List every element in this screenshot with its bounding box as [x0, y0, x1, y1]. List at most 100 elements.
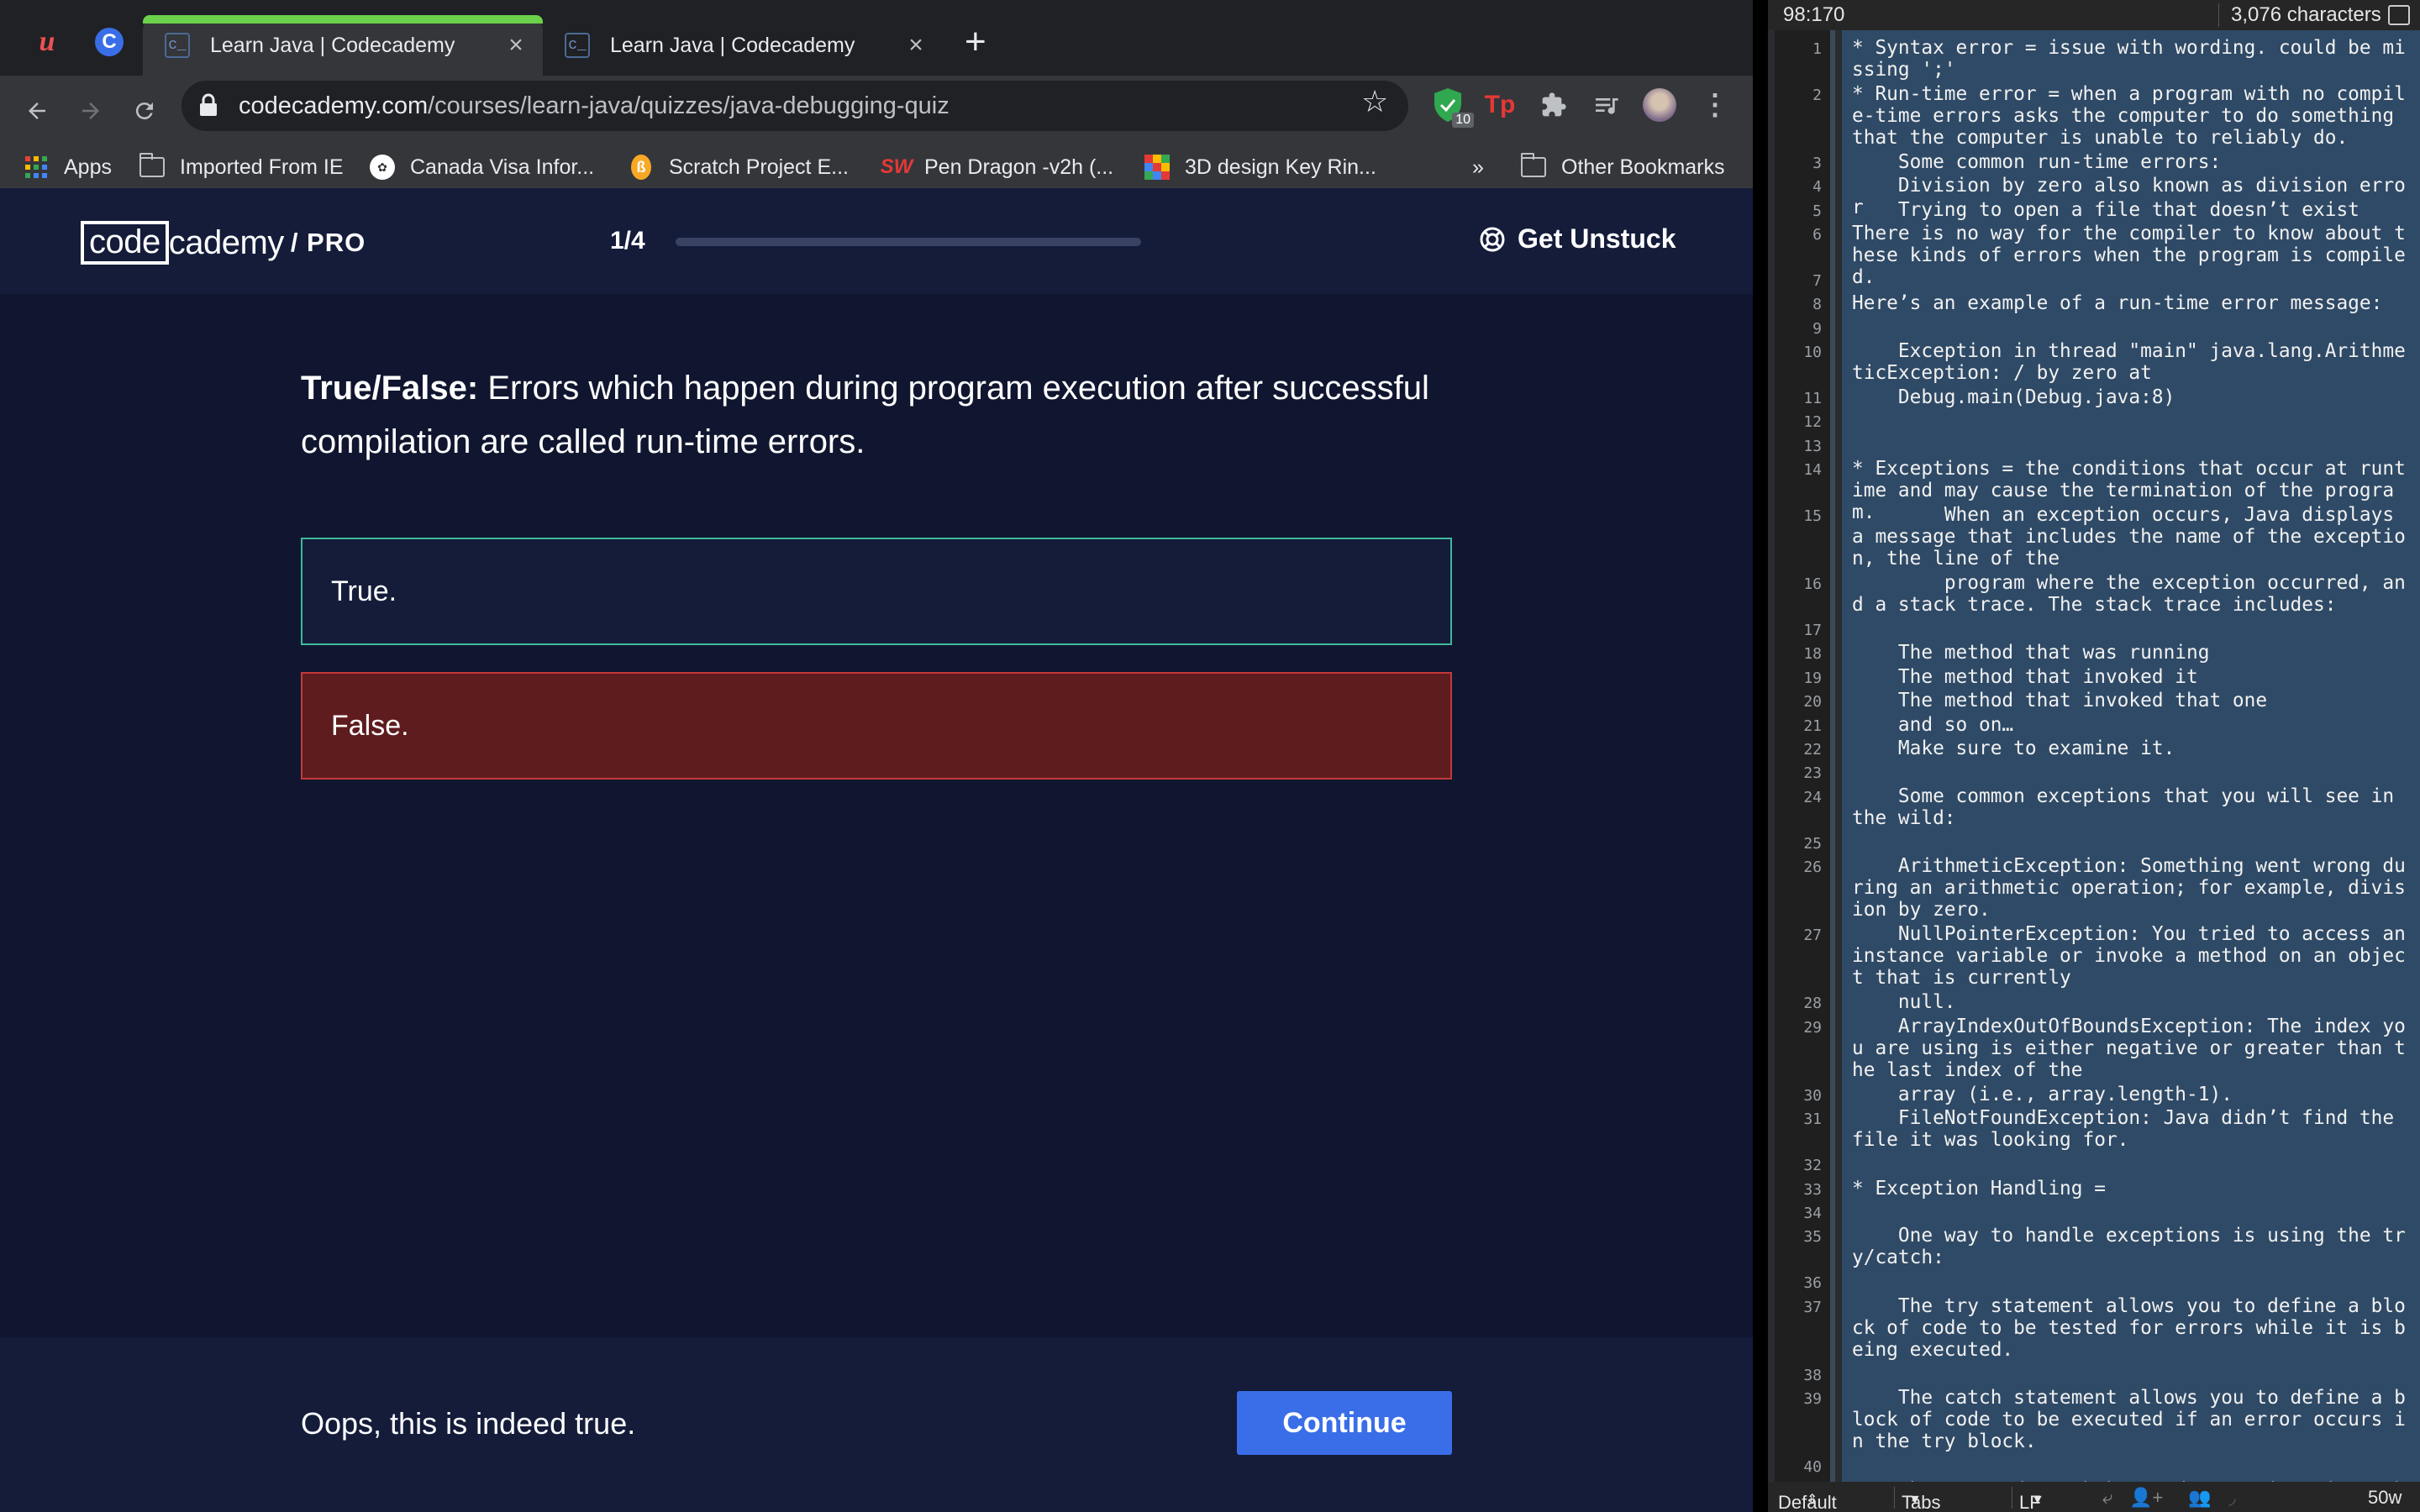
scratch-icon: ß [629, 155, 654, 180]
codecademy-pro-logo[interactable]: code cademy / PRO [81, 221, 366, 265]
bookmark-3d-design[interactable]: 3D design Key Rin... [1144, 146, 1376, 188]
editor-status-bar: Default ⇕ Tabs (4) ▼ LF ▼ ⤶ 👤+ 👥 ◞ 50w [1768, 1482, 2420, 1512]
line-number: 40 [1803, 1458, 1822, 1477]
browser-menu-icon[interactable]: ⋮ [1694, 84, 1736, 126]
users-icon: 👥 [2188, 1487, 2212, 1508]
bookmark-imported-from-ie[interactable]: Imported From IE [139, 146, 344, 188]
tab-learn-java[interactable]: c_ Learn Java | Codecademy × [543, 15, 943, 76]
url-domain: codecademy.com [239, 92, 429, 119]
get-unstuck-label: Get Unstuck [1518, 223, 1676, 254]
back-arrow-icon[interactable] [13, 87, 60, 134]
bookmark-pen-dragon[interactable]: SW Pen Dragon -v2h (... [880, 146, 1114, 188]
line-number: 36 [1803, 1274, 1822, 1293]
editor-line: Debug.main(Debug.java:8) [1852, 386, 2175, 408]
shield-extension-icon[interactable]: 10 [1427, 84, 1474, 128]
logo-boxed-text: code [81, 221, 169, 265]
codecademy-pinned-tab[interactable]: C [91, 24, 128, 60]
editor-line: There is no way for the compiler to know… [1852, 223, 2406, 289]
bookmark-label: 3D design Key Rin... [1185, 155, 1376, 179]
bookmark-star-icon[interactable]: ☆ [1361, 84, 1388, 119]
text-editor-window: 98:170 3,076 characters 1 2 3 4 5 6 7 8 9 10 11 12 1… [1768, 0, 2420, 1512]
bookmark-label: Pen Dragon -v2h (... [924, 155, 1114, 179]
forward-arrow-icon[interactable] [67, 87, 114, 134]
line-number: 11 [1803, 390, 1822, 407]
apps-grid-icon [24, 155, 49, 180]
editor-line: FileNotFoundException: Java didn’t find … [1852, 1107, 2406, 1152]
line-number: 10 [1803, 344, 1822, 362]
line-number: 34 [1803, 1205, 1822, 1222]
bookmark-other-bookmarks[interactable]: Other Bookmarks [1521, 146, 1725, 188]
continue-button[interactable]: Continue [1237, 1391, 1452, 1455]
bookmark-scratch-project[interactable]: ß Scratch Project E... [629, 146, 849, 188]
line-number: 24 [1803, 788, 1822, 806]
answer-option-true[interactable]: True. [301, 538, 1452, 645]
lock-icon[interactable] [198, 92, 224, 119]
tab-size-selector[interactable]: Tabs (4) ▼ [1894, 1487, 1940, 1512]
character-count: 3,076 characters [2218, 3, 2381, 27]
tp-icon: Tp [1484, 91, 1516, 118]
tinkercad-icon [1144, 155, 1170, 180]
codecademy-c-icon: C [95, 28, 124, 56]
bookmarks-overflow-chevron[interactable]: » [1472, 146, 1484, 188]
line-number: 27 [1803, 927, 1822, 945]
theme-selector[interactable]: Default ⇕ [1778, 1487, 1837, 1512]
url-text[interactable]: codecademy.com/courses/learn-java/quizze… [239, 87, 950, 124]
add-user-icon[interactable]: 👤+ [2129, 1487, 2163, 1509]
tab-title: Learn Java | Codecademy [610, 33, 855, 57]
avatar [1643, 88, 1676, 122]
url-path: /courses/learn-java/quizzes/java-debuggi… [428, 92, 950, 119]
tab-learn-java-active[interactable]: c_ Learn Java | Codecademy × [143, 15, 543, 76]
line-number: 20 [1803, 693, 1822, 711]
sw-icon: SW [880, 155, 913, 178]
new-tab-plus-icon[interactable]: + [965, 24, 986, 60]
bookmark-apps[interactable]: Apps [24, 146, 112, 188]
editor-text-area[interactable]: * Syntax error = issue with wording. cou… [1842, 30, 2420, 1482]
editor-line: Exception in thread "main" java.lang.Ari… [1852, 340, 2406, 385]
line-ending-selector[interactable]: LF ▼ [2012, 1487, 2044, 1512]
canada-icon: ✿ [370, 155, 395, 180]
line-ending-label: LF [2019, 1492, 2041, 1512]
tab-size-label: Tabs (4) [1902, 1492, 1941, 1512]
bookmark-label: Canada Visa Infor... [410, 155, 595, 179]
bookmark-canada-visa[interactable]: ✿ Canada Visa Infor... [370, 146, 594, 188]
udemy-icon: u [39, 26, 55, 57]
tab-title: Learn Java | Codecademy [210, 33, 455, 57]
line-number: 28 [1803, 995, 1822, 1013]
bookmark-label: Imported From IE [180, 155, 344, 179]
quiz-progress-bar [676, 238, 1141, 246]
tp-extension-icon[interactable]: Tp [1479, 84, 1521, 126]
line-number: 2 [1812, 86, 1822, 104]
answer-option-false[interactable]: False. [301, 672, 1452, 780]
wrap-icon[interactable]: ⤶ [2102, 1487, 2112, 1509]
reload-icon[interactable] [121, 87, 168, 134]
get-unstuck-button[interactable]: Get Unstuck [1479, 223, 1676, 255]
codecademy-quiz-page: code cademy / PRO 1/4 Get Unstuck True/F… [0, 188, 1753, 1512]
editor-line: null. [1852, 991, 1956, 1014]
codecademy-favicon-icon: c_ [165, 33, 190, 58]
media-queue-icon[interactable] [1585, 84, 1627, 126]
line-number: 5 [1812, 202, 1822, 220]
line-number: 37 [1803, 1298, 1822, 1316]
line-number: 38 [1803, 1366, 1822, 1384]
line-number: 29 [1803, 1018, 1822, 1037]
logo-text: cademy [168, 223, 285, 261]
close-tab-icon[interactable]: × [899, 31, 933, 60]
line-number: 6 [1812, 226, 1822, 244]
editor-line: array (i.e., array.length-1). [1852, 1084, 2233, 1105]
profile-avatar-icon[interactable] [1639, 84, 1681, 126]
puzzle-extensions-icon[interactable] [1533, 84, 1575, 126]
quiz-progress-fill [676, 238, 792, 246]
answer-label: True. [331, 575, 397, 607]
browser-window: u C c_ Learn Java | Codecademy × c_ Lear… [0, 0, 1753, 1512]
line-number: 7 [1812, 272, 1822, 290]
editor-line: and so on… [1852, 713, 2014, 736]
sidebar-toggle-icon[interactable] [2388, 5, 2410, 25]
editor-line: Make sure to examine it. [1852, 738, 2175, 759]
close-tab-icon[interactable]: × [499, 31, 533, 60]
line-number: 12 [1803, 413, 1822, 432]
feedback-message: Oops, this is indeed true. [301, 1406, 636, 1441]
editor-line: * Exception Handling = [1852, 1177, 2106, 1200]
word-count: 50w [2368, 1487, 2402, 1508]
lifebuoy-icon [1479, 226, 1506, 253]
udemy-pinned-tab[interactable]: u [29, 24, 66, 60]
